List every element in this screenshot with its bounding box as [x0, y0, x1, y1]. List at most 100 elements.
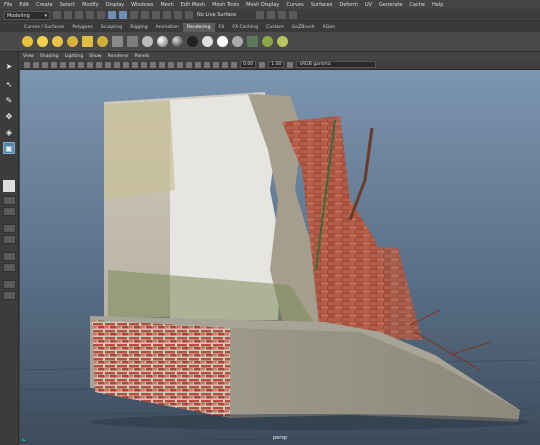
- textured-icon[interactable]: [132, 61, 138, 68]
- menu-curves[interactable]: Curves: [286, 2, 303, 8]
- render-settings-icon[interactable]: [278, 11, 287, 19]
- shelf-tab-xgen[interactable]: XGen: [319, 23, 339, 32]
- shelf-tab-rigging[interactable]: Rigging: [126, 23, 151, 32]
- exposure-field[interactable]: 0.00: [240, 61, 257, 68]
- paint-select-icon[interactable]: ✎: [3, 94, 15, 106]
- menu-file[interactable]: File: [4, 2, 12, 8]
- new-scene-icon[interactable]: [53, 11, 61, 19]
- layout-four-icon[interactable]: [3, 196, 16, 205]
- shelf-tab-fx[interactable]: FX: [215, 23, 229, 32]
- ambient-occlusion-icon[interactable]: [159, 61, 165, 68]
- menu-deform[interactable]: Deform: [339, 2, 358, 8]
- use-lights-icon[interactable]: [141, 61, 147, 68]
- lasso-tool-icon[interactable]: ➴: [3, 78, 15, 90]
- save-scene-icon[interactable]: [75, 11, 83, 19]
- menu-help[interactable]: Help: [432, 2, 443, 8]
- hypershade-icon[interactable]: [289, 11, 298, 19]
- snap-grid-icon[interactable]: [141, 11, 149, 19]
- smooth-shade-icon[interactable]: [114, 61, 120, 68]
- mode-selector[interactable]: Modeling: [4, 10, 50, 20]
- color-management-icon[interactable]: [287, 61, 294, 68]
- menu-create[interactable]: Create: [36, 2, 53, 8]
- camera-aim-icon[interactable]: [127, 36, 138, 47]
- blinn-material-icon[interactable]: [172, 36, 183, 47]
- scale-tool-icon[interactable]: ▣: [3, 142, 15, 154]
- snap-curve-icon[interactable]: [152, 11, 160, 19]
- ipr-render-icon[interactable]: [267, 11, 276, 19]
- rotate-tool-icon[interactable]: ◈: [3, 126, 15, 138]
- shelf-tab-rendering[interactable]: Rendering: [183, 23, 215, 32]
- anisotropic-icon[interactable]: [232, 36, 243, 47]
- film-gate-icon[interactable]: [60, 61, 66, 68]
- menu-modify[interactable]: Modify: [82, 2, 99, 8]
- render-target-icon[interactable]: [277, 36, 288, 47]
- move-tool-icon[interactable]: ✥: [3, 110, 15, 122]
- safe-action-icon[interactable]: [96, 61, 102, 68]
- menu-windows[interactable]: Windows: [131, 2, 153, 8]
- snap-view-icon[interactable]: [174, 11, 182, 19]
- shelf-tab-fx-caching[interactable]: FX Caching: [228, 23, 262, 32]
- menu-cache[interactable]: Cache: [409, 2, 425, 8]
- menu-mesh[interactable]: Mesh: [160, 2, 173, 8]
- panel-menu-show[interactable]: Show: [89, 54, 101, 59]
- layout-custom-icon[interactable]: [3, 280, 16, 289]
- menu-mesh-tools[interactable]: Mesh Tools: [212, 2, 239, 8]
- xray-components-icon[interactable]: [222, 61, 228, 68]
- panel-menu-renderer[interactable]: Renderer: [108, 54, 129, 59]
- xray-icon[interactable]: [204, 61, 210, 68]
- select-hierarchy-icon[interactable]: [108, 11, 116, 19]
- menu-select[interactable]: Select: [60, 2, 75, 8]
- panel-menu-view[interactable]: View: [23, 54, 34, 59]
- area-light-icon[interactable]: [82, 36, 93, 47]
- select-component-icon[interactable]: [130, 11, 138, 19]
- camera-icon[interactable]: [112, 36, 123, 47]
- anti-aliasing-icon[interactable]: [177, 61, 183, 68]
- panel-menu-lighting[interactable]: Lighting: [65, 54, 84, 59]
- panel-menu-panels[interactable]: Panels: [135, 54, 150, 59]
- gate-mask-icon[interactable]: [78, 61, 84, 68]
- phong-material-icon[interactable]: [157, 36, 168, 47]
- shelf-tab-custom[interactable]: Custom: [262, 23, 288, 32]
- surface-shader-icon[interactable]: [187, 36, 198, 47]
- depth-of-field-icon[interactable]: [186, 61, 192, 68]
- render-view-icon[interactable]: [247, 36, 258, 47]
- view-transform-select[interactable]: sRGB gamma: [296, 61, 377, 68]
- isolate-select-icon[interactable]: [195, 61, 201, 68]
- shelf-tab-animation[interactable]: Animation: [152, 23, 183, 32]
- render-icon[interactable]: [256, 11, 265, 19]
- spot-light-icon[interactable]: [67, 36, 78, 47]
- menu-surfaces[interactable]: Surfaces: [311, 2, 333, 8]
- shelf-tab-polygons[interactable]: Polygons: [68, 23, 96, 32]
- resolution-gate-icon[interactable]: [69, 61, 75, 68]
- motion-blur-icon[interactable]: [168, 61, 174, 68]
- volume-light-icon[interactable]: [97, 36, 108, 47]
- undo-icon[interactable]: [86, 11, 94, 19]
- ramp-shader-icon[interactable]: [202, 36, 213, 47]
- gamma-field[interactable]: 1.00: [268, 61, 285, 68]
- wireframe-icon[interactable]: [105, 61, 111, 68]
- ambient-light-icon[interactable]: [22, 36, 33, 47]
- shelf-tab-gozbrush[interactable]: GoZBrush: [288, 23, 319, 32]
- image-plane-icon[interactable]: [42, 61, 48, 68]
- perspective-viewport[interactable]: ⊾ persp: [20, 70, 540, 445]
- menu-uv[interactable]: UV: [365, 2, 372, 8]
- grid-toggle-icon[interactable]: [51, 61, 57, 68]
- layout-editor-icon[interactable]: [3, 291, 16, 300]
- bookmark-icon[interactable]: [33, 61, 39, 68]
- xray-joints-icon[interactable]: [213, 61, 219, 68]
- shelf-tab-curves-surfaces[interactable]: Curves / Surfaces: [20, 23, 68, 32]
- layout-graph-icon[interactable]: [3, 235, 16, 244]
- wireframe-on-shaded-icon[interactable]: [123, 61, 129, 68]
- shelf-tab-sculpting[interactable]: Sculpting: [97, 23, 126, 32]
- layout-persp-graph-icon[interactable]: [3, 252, 16, 261]
- gamma-icon[interactable]: [259, 61, 266, 68]
- menu-edit[interactable]: Edit: [19, 2, 29, 8]
- menu-edit-mesh[interactable]: Edit Mesh: [181, 2, 205, 8]
- layout-hypershade-icon[interactable]: [3, 263, 16, 272]
- layout-outliner-icon[interactable]: [3, 224, 16, 233]
- field-chart-icon[interactable]: [87, 61, 93, 68]
- open-scene-icon[interactable]: [64, 11, 72, 19]
- lambert-material-icon[interactable]: [142, 36, 153, 47]
- exposure-icon[interactable]: [231, 61, 237, 68]
- single-view-icon[interactable]: [3, 180, 15, 192]
